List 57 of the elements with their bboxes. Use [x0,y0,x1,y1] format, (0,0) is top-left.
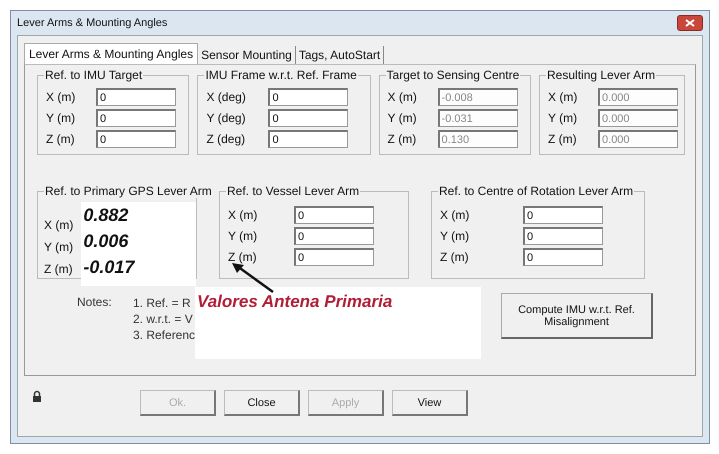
value-text: 0.006 [83,230,130,253]
compute-button[interactable]: Compute IMU w.r.t. Ref. Misalignment [501,293,653,339]
window-title: Lever Arms & Mounting Angles [17,17,168,29]
field-label: Y (m) [440,229,470,243]
close-icon [685,19,695,27]
input-field[interactable]: 0 [294,227,374,245]
notes-label: Notes: [77,295,113,309]
group-title: Ref. to IMU Target [44,68,144,82]
group-title: Ref. to Primary GPS Lever Arm [44,184,213,198]
field-label: X (m) [440,208,470,222]
input-field[interactable]: 0 [96,109,176,127]
field-label: X (m) [46,90,76,104]
arrow [231,262,275,294]
input-field[interactable]: 0 [294,248,374,266]
input-field[interactable]: 0 [268,88,348,106]
dialog-button[interactable]: View [392,390,468,416]
group-title: Ref. to Vessel Lever Arm [226,184,360,198]
input-field[interactable]: 0 [268,109,348,127]
value-text: 0.882 [83,204,130,227]
field-label: X (m) [228,208,258,222]
field-label: Z (m) [548,132,578,146]
input-field[interactable]: 0 [523,248,603,266]
input-field[interactable]: 0 [96,130,176,148]
field-label: X (m) [548,90,578,104]
input-field[interactable]: 0 [96,88,176,106]
input-field[interactable]: 0 [294,206,374,224]
group-title: Target to Sensing Centre [386,68,520,82]
field-label: Z (m) [440,250,470,264]
lock-icon [32,390,42,402]
value-text: -0.017 [83,256,136,279]
field-label: Z (m) [44,262,74,276]
field-label: Z (m) [388,132,418,146]
note-text: 2. w.r.t. = V [133,311,194,327]
group-title: Resulting Lever Arm [546,68,656,82]
field-label: Y (deg) [206,111,247,125]
note-text: 3. Referenc [133,327,195,343]
field-label: X (deg) [206,90,247,104]
group-title: Ref. to Centre of Rotation Lever Arm [438,184,634,198]
field-label: Y (m) [388,111,418,125]
field-label: Z (m) [46,132,76,146]
input-field[interactable]: 0 [523,227,603,245]
close-button[interactable] [677,15,703,31]
dialog-button[interactable]: Close [224,390,300,416]
field-label: Y (m) [46,111,76,125]
field-label: Y (m) [548,111,578,125]
field-label: Z (m) [228,250,258,264]
tab[interactable]: Lever Arms & Mounting Angles [24,43,198,64]
field-label: Y (m) [228,229,258,243]
field-label: Z (deg) [206,132,246,146]
input-field[interactable]: 0 [268,130,348,148]
field-label: X (m) [388,90,418,104]
field-label: X (m) [44,218,74,232]
field-label: Y (m) [44,240,74,254]
note-text: 1. Ref. = R [133,295,192,311]
group-title: IMU Frame w.r.t. Ref. Frame [204,68,358,82]
input-field[interactable]: 0 [523,206,603,224]
annotation-text: Valores Antena Primaria [197,292,392,311]
